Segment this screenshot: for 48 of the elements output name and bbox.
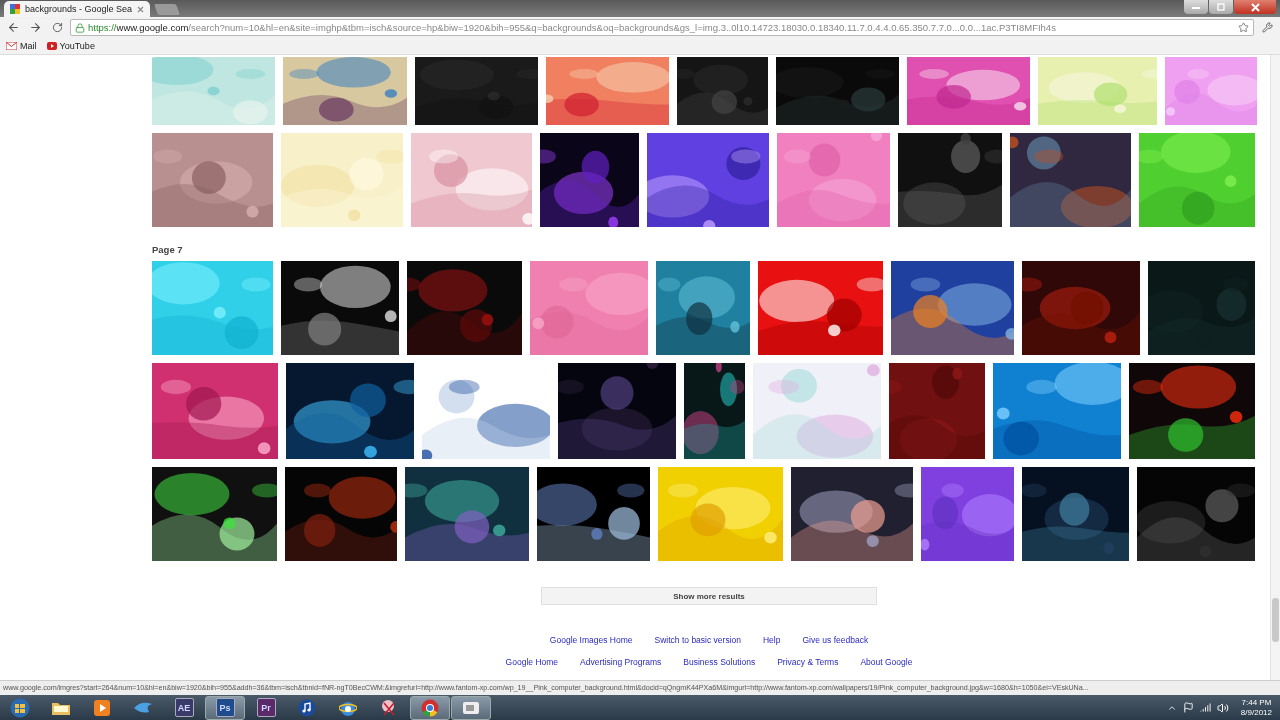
- taskbar-button[interactable]: [410, 695, 450, 720]
- play-icon[interactable]: [93, 698, 111, 717]
- signal-icon[interactable]: [1199, 702, 1211, 713]
- new-tab-button[interactable]: [154, 4, 181, 15]
- chrome-icon[interactable]: [421, 698, 439, 717]
- clock[interactable]: 7:44 PM 8/9/2012: [1240, 697, 1272, 718]
- taskbar-button[interactable]: Ps: [205, 695, 245, 720]
- app-icon[interactable]: Pr: [256, 698, 276, 717]
- browser-tab[interactable]: backgrounds - Google Sea: [4, 1, 151, 17]
- lock-icon: [75, 22, 85, 33]
- footer-link[interactable]: Switch to basic version: [654, 635, 741, 645]
- footer-link[interactable]: Google Home: [505, 657, 559, 667]
- bookmark-link[interactable]: YouTube: [46, 41, 95, 51]
- minimize-icon[interactable]: [1192, 5, 1200, 9]
- video-camera-icon[interactable]: [462, 699, 480, 716]
- envelope-icon: [6, 42, 17, 50]
- taskbar-button[interactable]: [451, 695, 491, 720]
- footer-link[interactable]: Advertising Programs: [580, 657, 662, 667]
- flag-icon[interactable]: [1182, 702, 1194, 713]
- footer-link[interactable]: Privacy & Terms: [777, 657, 839, 667]
- play-icon: [46, 42, 57, 50]
- footer-link[interactable]: About Google: [860, 657, 913, 667]
- footer-link[interactable]: Business Solutions: [683, 657, 756, 667]
- reload-icon[interactable]: [51, 22, 63, 33]
- bookmark-link[interactable]: Mail: [6, 41, 37, 51]
- app-icon[interactable]: Ps: [215, 698, 235, 717]
- show-more-button[interactable]: Show more results: [541, 587, 877, 605]
- maximize-button[interactable]: [1209, 0, 1233, 14]
- taskbar-button[interactable]: Pr: [246, 695, 286, 720]
- taskbar-button[interactable]: AE: [164, 695, 204, 720]
- footer-link[interactable]: Google Images Home: [549, 635, 633, 645]
- minimize-button[interactable]: [1184, 0, 1208, 14]
- scrollbar[interactable]: [1270, 55, 1280, 680]
- speaker-icon[interactable]: [1216, 701, 1229, 714]
- app-icon[interactable]: AE: [174, 698, 194, 717]
- close-button[interactable]: [1234, 0, 1276, 14]
- scissors-icon[interactable]: [380, 698, 398, 717]
- music-note-icon[interactable]: [298, 698, 316, 717]
- wrench-icon[interactable]: [1261, 22, 1273, 33]
- google-favicon-icon: [10, 4, 20, 14]
- footer-link[interactable]: Give us feedback: [802, 635, 869, 645]
- footer-link[interactable]: Help: [763, 635, 781, 645]
- close-icon[interactable]: [137, 5, 145, 13]
- star-icon[interactable]: [1238, 22, 1249, 33]
- address-bar[interactable]: https://www.google.com/search?num=10&hl=en&site=imghp&tbm=isch&source=hp&biw=1920&bih=955&q=backgrounds&oq=backgrounds&gs_l=img.3..0l10.14723.18030.0.18340.11.7.0.4.4.0.65.350.7.7.0...0.0...1ac.P3TI8MFIh4s: [70, 19, 1254, 36]
- maximize-icon[interactable]: [1217, 3, 1225, 11]
- page-label: Page 7: [152, 242, 184, 257]
- start-orb-icon[interactable]: [10, 697, 30, 718]
